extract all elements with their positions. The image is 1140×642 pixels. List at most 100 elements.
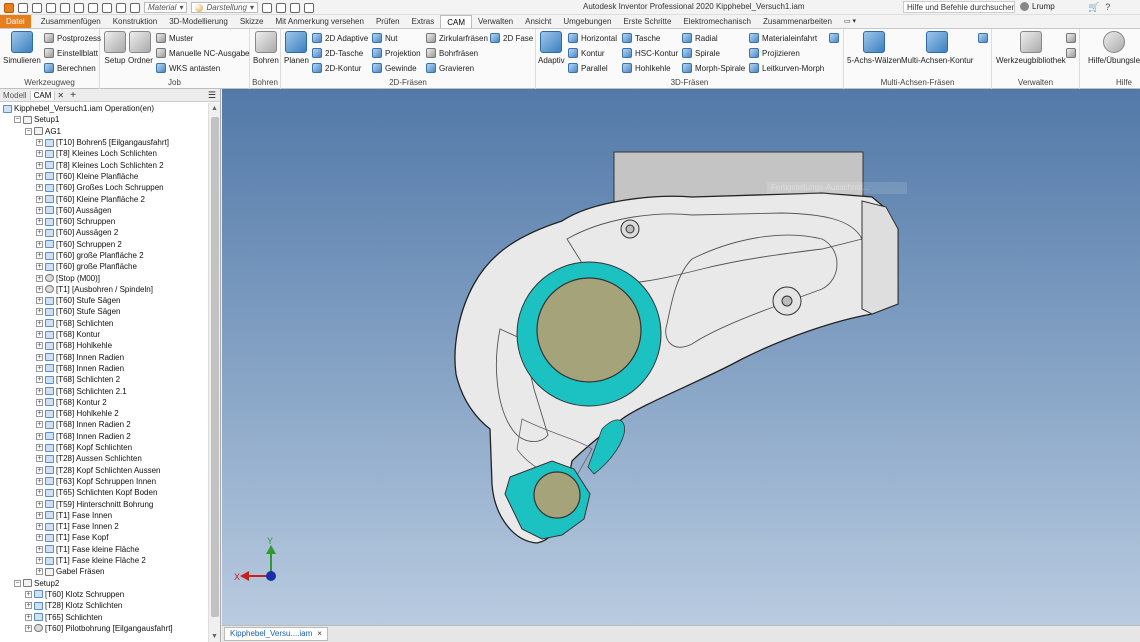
pencil-button[interactable]: Hohlkehle [622, 62, 671, 74]
update-icon[interactable] [116, 2, 126, 13]
expand-icon[interactable]: + [36, 489, 43, 497]
tree-row[interactable]: + [T68] Hohlkehle 2 [0, 408, 208, 419]
add-tab-icon[interactable]: + [66, 90, 80, 101]
expand-icon[interactable]: + [36, 263, 43, 271]
tree-row[interactable]: + [T63] Kopf Schruppen Innen [0, 476, 208, 487]
expand-icon[interactable]: + [36, 523, 43, 531]
expand-icon[interactable]: + [36, 218, 43, 226]
wcs-probe-button[interactable]: WKS antasten [156, 62, 220, 74]
expand-icon[interactable]: + [36, 319, 43, 327]
tree-row[interactable]: + [T8] Kleines Loch Schlichten 2 [0, 159, 208, 170]
help-search-input[interactable]: Hilfe und Befehle durchsuchen... [903, 1, 1015, 13]
tree-row[interactable]: + [T60] Großes Loch Schruppen [0, 182, 208, 193]
ramp-button[interactable]: Materialeinfahrt [749, 32, 817, 44]
expand-icon[interactable]: + [36, 297, 43, 305]
tree-row[interactable]: + [T1] Fase Innen 2 [0, 521, 208, 532]
help-icon[interactable]: ? [1105, 2, 1110, 13]
tree-row[interactable]: + [T1] Fase Innen [0, 510, 208, 521]
tool-library-button[interactable]: Werkzeugbibliothek [996, 31, 1066, 65]
move-icon[interactable] [303, 2, 314, 13]
tree-row[interactable]: + Gabel Fräsen [0, 566, 208, 577]
open-icon[interactable] [32, 2, 42, 13]
scroll-down-icon[interactable]: ▼ [211, 633, 218, 640]
contour-2d-button[interactable]: 2D-Kontur [312, 62, 361, 74]
home-icon[interactable] [88, 2, 98, 13]
tab-13[interactable]: Elektromechanisch [677, 15, 757, 28]
swarf-button[interactable]: 5-Achs-Wälzen [847, 31, 901, 65]
collapse-icon[interactable]: − [14, 579, 21, 587]
clear-icon[interactable] [275, 2, 286, 13]
adjust-icon[interactable] [261, 2, 272, 13]
adaptive-button[interactable]: Adaptiv [538, 31, 565, 65]
tab-1[interactable]: Zusammenfügen [35, 15, 107, 28]
circular-button[interactable]: Zirkularfräsen [426, 32, 488, 44]
tree-row[interactable]: + [Stop (M00)] [0, 272, 208, 283]
pattern-button[interactable]: Muster [156, 32, 193, 44]
tab-6[interactable]: Prüfen [370, 15, 406, 28]
tree-row[interactable]: + [T60] Stufe Sägen [0, 295, 208, 306]
tree-row[interactable]: Kipphebel_Versuch1.iam Operation(en) [0, 103, 208, 114]
tree-row[interactable]: + [T60] Kleine Planfläche [0, 171, 208, 182]
tree-row[interactable]: + [T8] Kleines Loch Schlichten [0, 148, 208, 159]
scallop-button[interactable]: HSC-Kontur [622, 47, 678, 59]
collapse-icon[interactable]: − [14, 116, 21, 124]
morph-spiral-button[interactable]: Morph-Spirale [682, 62, 745, 74]
tree-row[interactable]: + [T68] Hohlkehle [0, 340, 208, 351]
project-button[interactable]: Projizieren [749, 47, 800, 59]
tab-15[interactable]: ▭ ▾ [838, 15, 862, 28]
tree-row[interactable]: + [T68] Kontur 2 [0, 397, 208, 408]
manage-extra-1-button[interactable] [1066, 32, 1076, 44]
generate-button[interactable]: Berechnen [44, 62, 96, 74]
expand-icon[interactable]: + [36, 252, 43, 259]
browser-scrollbar[interactable]: ▲ ▼ [208, 103, 220, 642]
parallel-button[interactable]: Parallel [568, 62, 608, 74]
expand-icon[interactable]: + [36, 568, 43, 576]
tree-row[interactable]: + [T68] Schlichten 2.1 [0, 385, 208, 396]
formula-icon[interactable] [289, 2, 300, 13]
tree-row[interactable]: + [T60] Schruppen 2 [0, 239, 208, 250]
expand-icon[interactable]: + [36, 206, 43, 214]
flow-button[interactable]: Leitkurven-Morph [749, 62, 824, 74]
tree-row[interactable]: + [T60] Kleine Planfläche 2 [0, 193, 208, 204]
tree-row[interactable]: + [T60] Stufe Sägen [0, 306, 208, 317]
bore-button[interactable]: Bohrfräsen [426, 47, 478, 59]
tab-7[interactable]: Extras [406, 15, 441, 28]
expand-icon[interactable]: + [36, 353, 43, 361]
new-icon[interactable] [18, 2, 28, 13]
tree-row[interactable]: + [T68] Innen Radien 2 [0, 419, 208, 430]
tree-row[interactable]: + [T68] Schlichten [0, 318, 208, 329]
horizontal-button[interactable]: Horizontal [568, 32, 617, 44]
clear-override-icon[interactable] [130, 2, 140, 13]
scroll-thumb[interactable] [211, 117, 219, 617]
tree-row[interactable]: + [T28] Aussen Schlichten [0, 453, 208, 464]
collapse-icon[interactable]: − [25, 127, 32, 135]
tab-8[interactable]: CAM [440, 15, 472, 28]
tree-row[interactable]: + [T68] Kontur [0, 329, 208, 340]
appearance-combo[interactable]: Darstellung ▾ [191, 2, 258, 13]
expand-icon[interactable]: + [36, 557, 43, 565]
scroll-up-icon[interactable]: ▲ [211, 105, 218, 112]
trace-button[interactable]: Projektion [372, 47, 421, 59]
tree-row[interactable]: + [T60] Aussägen [0, 205, 208, 216]
pocket-2d-button[interactable]: 2D-Tasche [312, 47, 363, 59]
tree-row[interactable]: + [T60] Klotz Schruppen [0, 589, 208, 600]
expand-icon[interactable]: + [36, 364, 43, 372]
expand-icon[interactable]: + [36, 172, 43, 180]
tree-row[interactable]: + [T10] Bohren5 [Eilgangausfahrt] [0, 137, 208, 148]
tree-row[interactable]: − Setup2 [0, 577, 208, 588]
more-multiaxis-button[interactable] [978, 32, 988, 44]
expand-icon[interactable]: + [25, 602, 32, 610]
expand-icon[interactable]: + [25, 613, 32, 621]
undo-icon[interactable] [60, 2, 70, 13]
tutorials-button[interactable]: Hilfe/Übungsle [1088, 31, 1140, 65]
tab-0[interactable]: Datei [0, 15, 31, 28]
face-button[interactable]: Planen [284, 31, 309, 65]
tree-row[interactable]: + [T28] Klotz Schlichten [0, 600, 208, 611]
tree-row[interactable]: + [T1] Fase kleine Fläche [0, 544, 208, 555]
save-icon[interactable] [46, 2, 56, 13]
more-3d-button[interactable] [829, 32, 839, 44]
expand-icon[interactable]: + [36, 410, 43, 418]
cart-icon[interactable]: 🛒 [1088, 2, 1099, 13]
expand-icon[interactable]: + [36, 308, 43, 316]
tab-11[interactable]: Umgebungen [557, 15, 617, 28]
